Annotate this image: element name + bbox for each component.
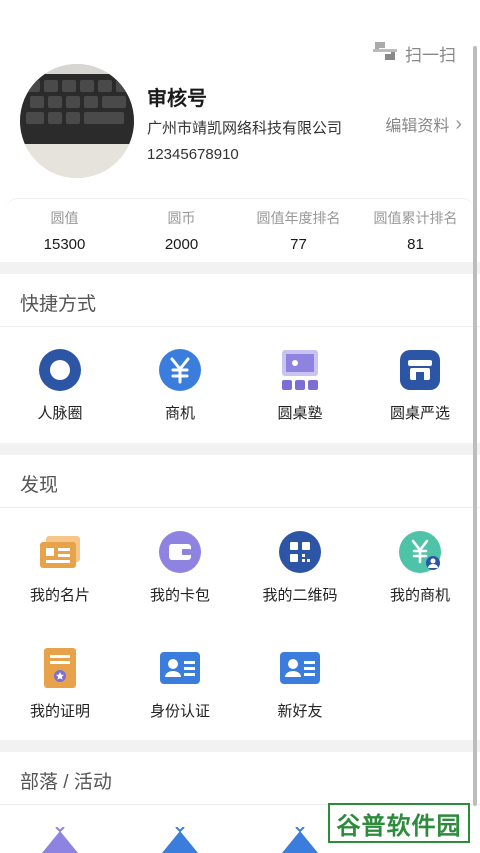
yen-icon xyxy=(158,348,202,392)
shortcut-classroom[interactable]: 圆桌塾 xyxy=(240,348,360,423)
watermark-logo: 谷普软件园 xyxy=(328,803,470,843)
shortcut-label: 人脉圈 xyxy=(37,405,83,422)
shortcut-label: 商机 xyxy=(164,405,195,422)
stat-value: 15300 xyxy=(43,236,86,253)
stat-label: 圆币 xyxy=(167,210,196,226)
shortcut-label: 圆桌严选 xyxy=(389,405,450,422)
tent-icon[interactable] xyxy=(38,827,82,853)
edit-profile-button[interactable]: 编辑资料 › xyxy=(385,112,462,136)
discover-business-card[interactable]: 我的名片 xyxy=(0,530,120,605)
profile-card: 审核号 广州市靖凯网络科技有限公司 12345678910 编辑资料 › xyxy=(20,64,462,184)
classroom-icon xyxy=(278,348,322,392)
stat-value: 77 xyxy=(290,236,307,253)
discover-wallet[interactable]: 我的卡包 xyxy=(120,530,240,605)
shortcut-opportunity[interactable]: 商机 xyxy=(120,348,240,423)
discover-new-friend[interactable]: 新好友 xyxy=(240,646,360,721)
shortcuts-title: 快捷方式 xyxy=(20,294,97,315)
discover-certificate[interactable]: 我的证明 xyxy=(0,646,120,721)
section-separator xyxy=(0,740,480,752)
discover-label: 我的卡包 xyxy=(149,587,210,604)
chevron-right-icon: › xyxy=(455,112,462,135)
id-card-icon xyxy=(158,646,202,690)
profile-phone: 12345678910 xyxy=(147,146,239,163)
shortcut-network[interactable]: 人脉圈 xyxy=(0,348,120,423)
discover-my-opportunity[interactable]: 我的商机 xyxy=(360,530,480,605)
profile-name: 审核号 xyxy=(147,88,207,110)
scan-label: 扫一扫 xyxy=(405,46,456,65)
my-opportunity-icon xyxy=(398,530,442,574)
stat-value: 81 xyxy=(407,236,424,253)
discover-label: 新好友 xyxy=(277,703,323,720)
store-icon xyxy=(398,348,442,392)
section-separator xyxy=(0,443,480,455)
discover-label: 我的证明 xyxy=(29,703,90,720)
discover-id-verify[interactable]: 身份认证 xyxy=(120,646,240,721)
profile-company: 广州市靖凯网络科技有限公司 xyxy=(147,120,343,137)
qr-code-icon xyxy=(278,530,322,574)
stat-label: 圆值 xyxy=(50,210,79,226)
tribe-title: 部落 / 活动 xyxy=(20,772,112,793)
discover-qr-code[interactable]: 我的二维码 xyxy=(240,530,360,605)
stats-bar: 圆值 15300 圆币 2000 圆值年度排名 77 圆值累计排名 81 xyxy=(6,198,474,260)
discover-title: 发现 xyxy=(20,475,59,496)
stat-item[interactable]: 圆值年度排名 77 xyxy=(240,199,357,260)
stat-label: 圆值年度排名 xyxy=(256,210,341,226)
discover-label: 我的商机 xyxy=(389,587,450,604)
business-card-icon xyxy=(38,530,82,574)
stat-item[interactable]: 圆值累计排名 81 xyxy=(357,199,474,260)
discover-label: 我的名片 xyxy=(29,587,90,604)
stat-item[interactable]: 圆币 2000 xyxy=(123,199,240,260)
stat-value: 2000 xyxy=(164,236,199,253)
divider xyxy=(0,507,480,508)
tent-icon[interactable] xyxy=(278,827,322,853)
divider xyxy=(0,326,480,327)
network-circle-icon xyxy=(38,348,82,392)
tent-icon[interactable] xyxy=(158,827,202,853)
shortcut-store[interactable]: 圆桌严选 xyxy=(360,348,480,423)
scrollbar[interactable] xyxy=(473,46,477,806)
avatar[interactable] xyxy=(20,64,134,178)
edit-profile-label: 编辑资料 xyxy=(385,118,450,135)
new-friend-icon xyxy=(278,646,322,690)
discover-label: 我的二维码 xyxy=(262,587,338,604)
section-separator xyxy=(0,262,480,274)
discover-label: 身份认证 xyxy=(149,703,210,720)
certificate-icon xyxy=(38,646,82,690)
stat-item[interactable]: 圆值 15300 xyxy=(6,199,123,260)
wallet-icon xyxy=(158,530,202,574)
shortcut-label: 圆桌塾 xyxy=(277,405,323,422)
stat-label: 圆值累计排名 xyxy=(373,210,458,226)
